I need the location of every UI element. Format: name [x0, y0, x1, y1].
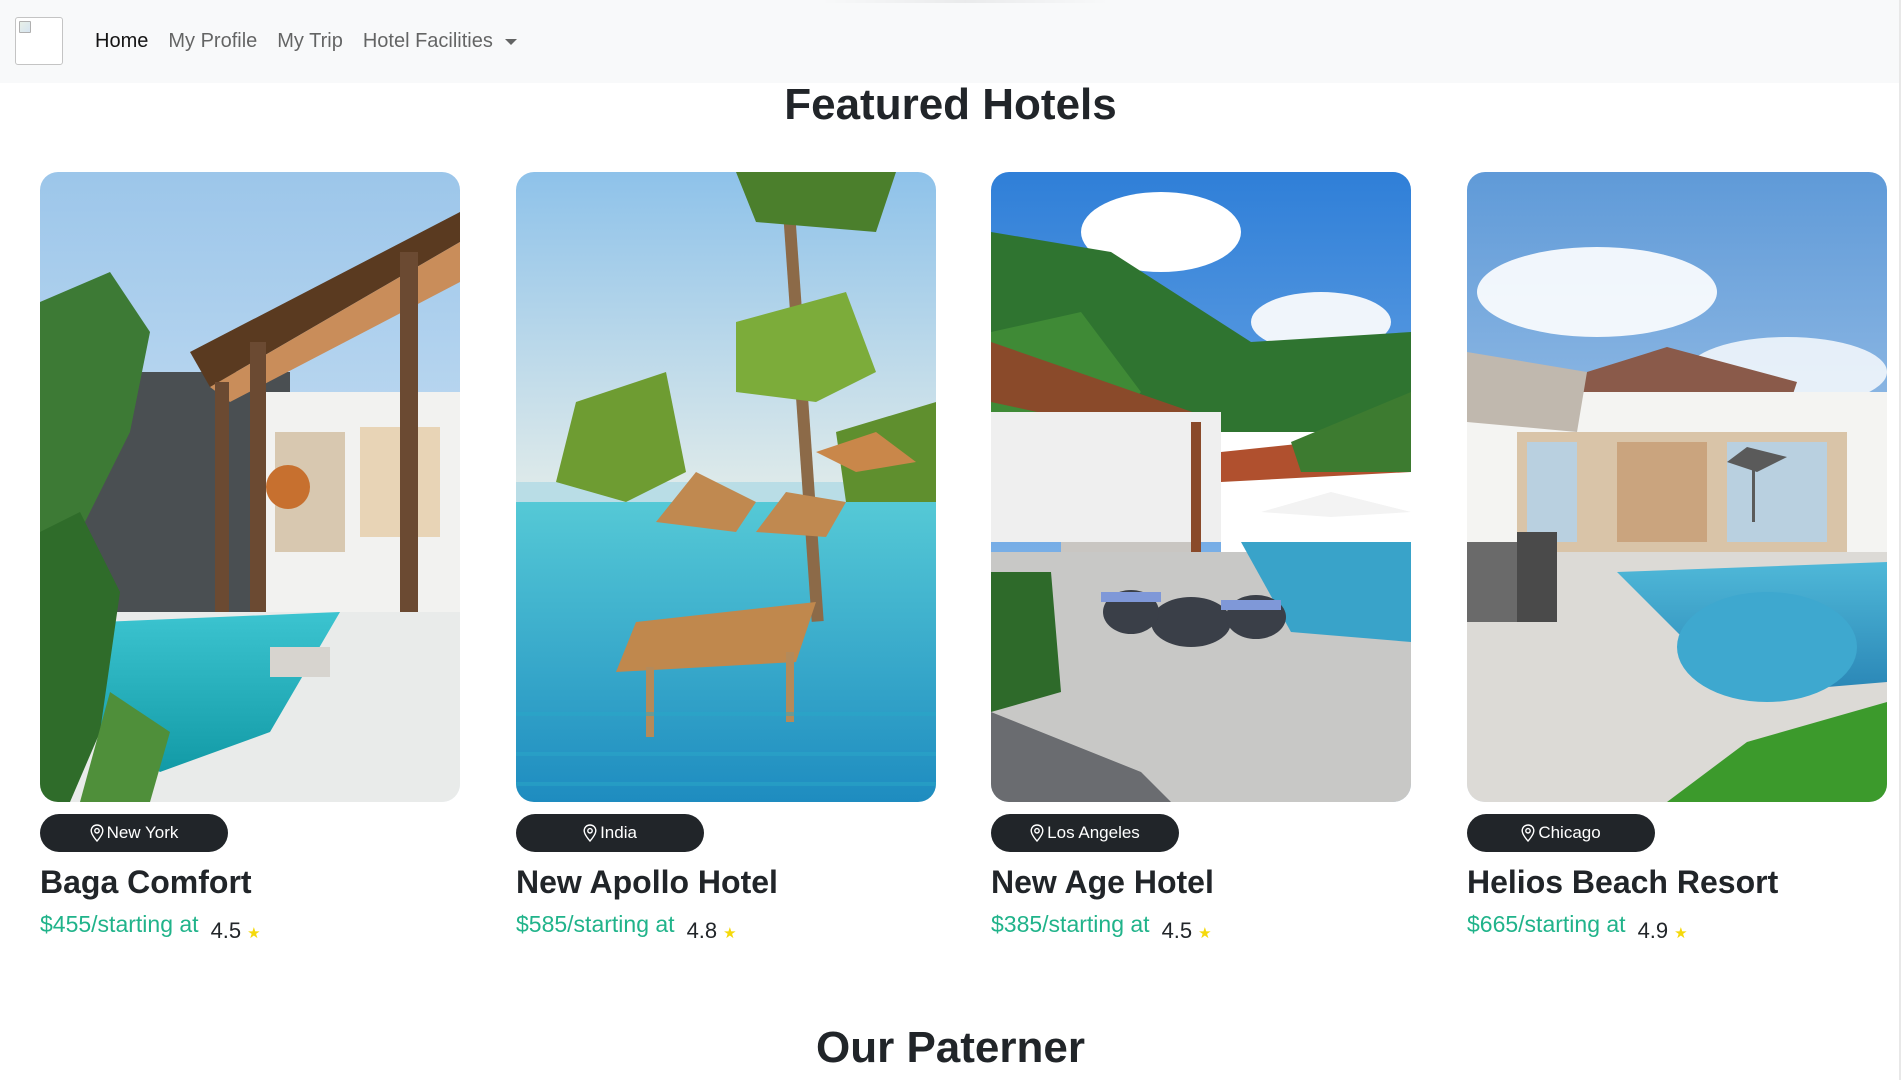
hotel-card[interactable]: Los Angeles New Age Hotel $385/starting …	[991, 172, 1411, 943]
broken-image-icon	[19, 21, 31, 33]
price-row: $455/starting at 4.5 ★	[40, 911, 460, 943]
hotel-image[interactable]	[1467, 172, 1887, 802]
rating-value: 4.5	[1161, 918, 1193, 943]
hotel-card[interactable]: New York Baga Comfort $455/starting at 4…	[40, 172, 460, 943]
hotel-name[interactable]: Helios Beach Resort	[1467, 864, 1887, 901]
hotel-card[interactable]: India New Apollo Hotel $585/starting at …	[516, 172, 936, 943]
navbar: Home My Profile My Trip Hotel Facilities	[0, 0, 1901, 83]
hotel-image[interactable]	[40, 172, 460, 802]
price-row: $585/starting at 4.8 ★	[516, 911, 936, 943]
top-shadow	[820, 0, 1110, 3]
brand-logo[interactable]	[15, 17, 63, 65]
location-label: Chicago	[1538, 823, 1601, 842]
nav-home-link[interactable]: Home	[95, 30, 148, 53]
price-label: $585/starting at	[516, 911, 675, 937]
price-label: $665/starting at	[1467, 911, 1626, 937]
rating-value: 4.9	[1637, 918, 1669, 943]
price-row: $385/starting at 4.5 ★	[991, 911, 1411, 943]
star-icon: ★	[723, 925, 737, 942]
hotel-name[interactable]: Baga Comfort	[40, 864, 460, 901]
location-badge: Chicago	[1467, 814, 1655, 852]
rating-value: 4.8	[686, 918, 718, 943]
featured-hotels-title: Featured Hotels	[784, 80, 1117, 129]
price-row: $665/starting at 4.9 ★	[1467, 911, 1887, 943]
hotel-image[interactable]	[991, 172, 1411, 802]
nav-hotel-facilities-dropdown[interactable]: Hotel Facilities	[363, 30, 517, 53]
caret-down-icon	[504, 38, 517, 45]
location-label: New York	[106, 823, 179, 842]
map-pin-icon	[1030, 824, 1044, 842]
star-icon: ★	[247, 925, 261, 942]
hotel-image[interactable]	[516, 172, 936, 802]
location-badge: New York	[40, 814, 228, 852]
hotel-name[interactable]: New Apollo Hotel	[516, 864, 936, 901]
price-label: $385/starting at	[991, 911, 1150, 937]
location-label: India	[600, 823, 637, 842]
map-pin-icon	[583, 824, 597, 842]
nav-links: Home My Profile My Trip Hotel Facilities	[95, 0, 537, 83]
nav-my-trip-link[interactable]: My Trip	[277, 30, 343, 53]
location-label: Los Angeles	[1047, 823, 1140, 842]
hotel-name[interactable]: New Age Hotel	[991, 864, 1411, 901]
star-icon: ★	[1198, 925, 1212, 942]
hotel-cards: New York Baga Comfort $455/starting at 4…	[40, 172, 1887, 952]
our-partner-title: Our Paterner	[816, 1023, 1085, 1072]
location-badge: India	[516, 814, 704, 852]
star-icon: ★	[1674, 925, 1688, 942]
rating-value: 4.5	[210, 918, 242, 943]
location-badge: Los Angeles	[991, 814, 1179, 852]
nav-my-profile-link[interactable]: My Profile	[168, 30, 257, 53]
nav-hotel-facilities-label: Hotel Facilities	[362, 30, 493, 52]
map-pin-icon	[90, 824, 104, 842]
hotel-card[interactable]: Chicago Helios Beach Resort $665/startin…	[1467, 172, 1887, 943]
map-pin-icon	[1521, 824, 1535, 842]
price-label: $455/starting at	[40, 911, 199, 937]
